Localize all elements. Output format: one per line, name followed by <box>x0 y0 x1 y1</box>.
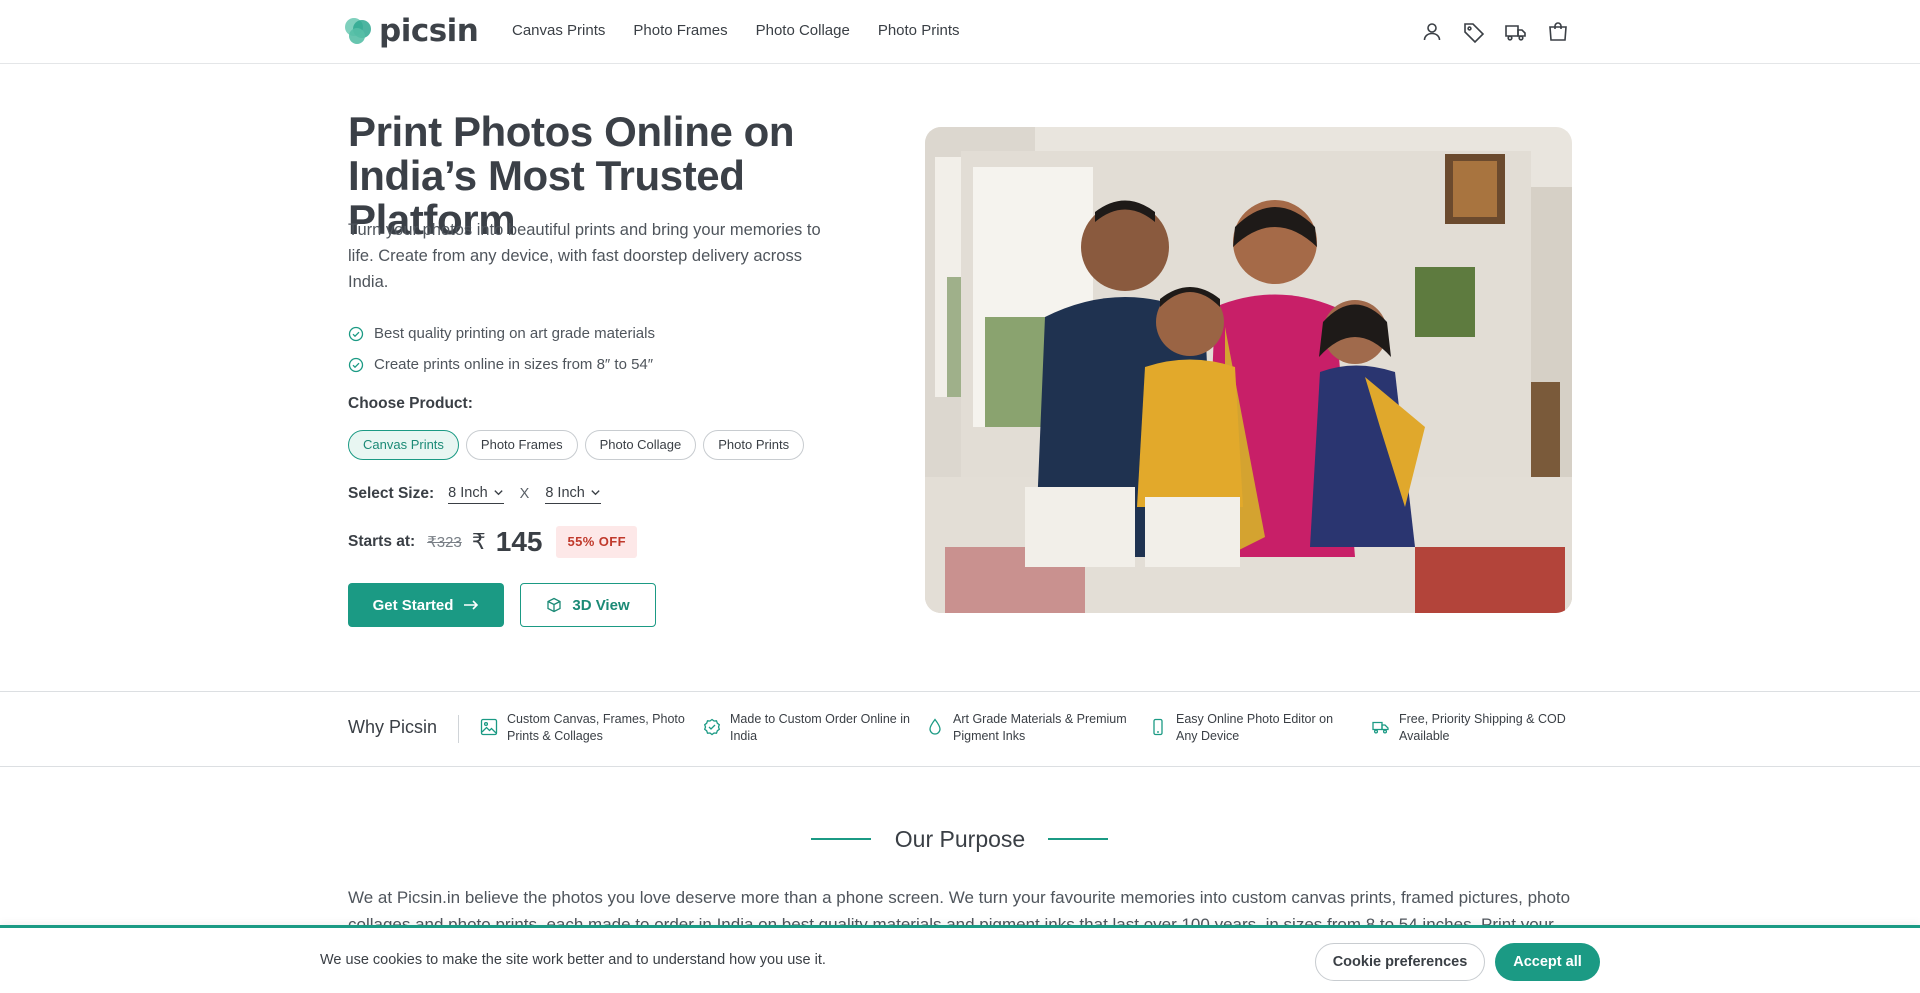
feature-bullet: Create prints online in sizes from 8″ to… <box>348 349 655 380</box>
chevron-down-icon <box>591 490 600 496</box>
why-item-text: Custom Canvas, Frames, Photo Prints & Co… <box>507 712 685 743</box>
feature-bullet-text: Create prints online in sizes from 8″ to… <box>374 356 654 373</box>
get-started-button[interactable]: Get Started <box>348 583 504 627</box>
height-value: 8 Inch <box>545 484 585 501</box>
feature-bullet: Best quality printing on art grade mater… <box>348 318 655 349</box>
cookie-preferences-button[interactable]: Cookie preferences <box>1315 943 1485 981</box>
price-old: ₹323 <box>427 534 462 551</box>
3d-view-label: 3D View <box>572 596 630 614</box>
chip-photo-frames[interactable]: Photo Frames <box>465 430 578 460</box>
why-items: Custom Canvas, Frames, Photo Prints & Co… <box>480 711 1595 745</box>
check-circle-icon <box>348 326 364 342</box>
chip-canvas-prints[interactable]: Canvas Prints <box>348 430 459 460</box>
cart-icon[interactable] <box>1546 20 1570 44</box>
arrow-right-icon <box>464 600 479 610</box>
user-icon[interactable] <box>1420 20 1444 44</box>
header-actions <box>1420 20 1570 44</box>
price-label: Starts at: <box>348 533 416 550</box>
logo-mark-icon <box>343 16 373 46</box>
why-item-text: Free, Priority Shipping & COD Available <box>1399 712 1566 743</box>
height-select[interactable]: 8 Inch <box>545 485 601 504</box>
cookie-banner: We use cookies to make the site work bet… <box>0 925 1920 993</box>
choose-product-label: Choose Product: <box>348 395 473 412</box>
nav-photo-frames[interactable]: Photo Frames <box>633 22 727 39</box>
site-header: picsin Canvas Prints Photo Frames Photo … <box>0 0 1920 64</box>
chip-photo-collage[interactable]: Photo Collage <box>584 430 697 460</box>
chevron-down-icon <box>494 490 503 496</box>
hero-family-canvas-image <box>925 127 1572 613</box>
check-circle-icon <box>348 357 364 373</box>
phone-icon <box>1149 718 1167 736</box>
cookie-message: We use cookies to make the site work bet… <box>320 952 826 968</box>
nav-photo-collage[interactable]: Photo Collage <box>756 22 850 39</box>
logo[interactable]: picsin <box>343 13 479 49</box>
why-item: Easy Online Photo Editor on Any Device <box>1149 711 1372 745</box>
why-item-text: Art Grade Materials & Premium Pigment In… <box>953 712 1127 743</box>
main-nav: Canvas Prints Photo Frames Photo Collage… <box>512 22 988 39</box>
why-picsin-bar: Why Picsin Custom Canvas, Frames, Photo … <box>0 691 1920 767</box>
price-row: Starts at: ₹323 ₹ 145 55% OFF <box>348 524 637 560</box>
3d-view-button[interactable]: 3D View <box>520 583 656 627</box>
why-item: Art Grade Materials & Premium Pigment In… <box>926 711 1149 745</box>
cube-icon <box>547 597 562 613</box>
nav-canvas-prints[interactable]: Canvas Prints <box>512 22 605 39</box>
purpose-title: Our Purpose <box>894 826 1026 852</box>
truck-icon <box>1372 718 1390 736</box>
why-divider <box>458 715 459 743</box>
get-started-label: Get Started <box>372 596 454 614</box>
badge-check-icon <box>703 718 721 736</box>
feature-bullets: Best quality printing on art grade mater… <box>348 318 655 380</box>
why-item: Custom Canvas, Frames, Photo Prints & Co… <box>480 711 703 745</box>
why-item-text: Made to Custom Order Online in India <box>730 712 910 743</box>
width-select[interactable]: 8 Inch <box>448 485 504 504</box>
why-item: Made to Custom Order Online in India <box>703 711 926 745</box>
hero-subtitle: Turn your photos into beautiful prints a… <box>348 221 821 291</box>
product-chips: Canvas Prints Photo Frames Photo Collage… <box>348 430 805 460</box>
discount-badge: 55% OFF <box>556 526 637 558</box>
feature-bullet-text: Best quality printing on art grade mater… <box>374 325 655 342</box>
chip-photo-prints[interactable]: Photo Prints <box>703 430 805 460</box>
nav-photo-prints[interactable]: Photo Prints <box>878 22 960 39</box>
size-selector: Select Size: 8 Inch X 8 Inch <box>348 481 601 507</box>
purpose-heading: Our Purpose <box>0 826 1920 853</box>
size-separator: X <box>519 486 530 502</box>
why-item-text: Easy Online Photo Editor on Any Device <box>1176 712 1334 743</box>
price-new: 145 <box>495 526 543 557</box>
truck-icon[interactable] <box>1504 20 1528 44</box>
drop-icon <box>926 718 944 736</box>
tag-icon[interactable] <box>1462 20 1486 44</box>
logo-text: picsin <box>379 13 479 49</box>
why-item: Free, Priority Shipping & COD Available <box>1372 711 1595 745</box>
currency-symbol: ₹ <box>471 529 486 554</box>
accept-all-button[interactable]: Accept all <box>1495 943 1600 981</box>
image-icon <box>480 718 498 736</box>
size-label: Select Size: <box>348 485 435 502</box>
width-value: 8 Inch <box>448 484 488 501</box>
why-title: Why Picsin <box>348 717 438 737</box>
